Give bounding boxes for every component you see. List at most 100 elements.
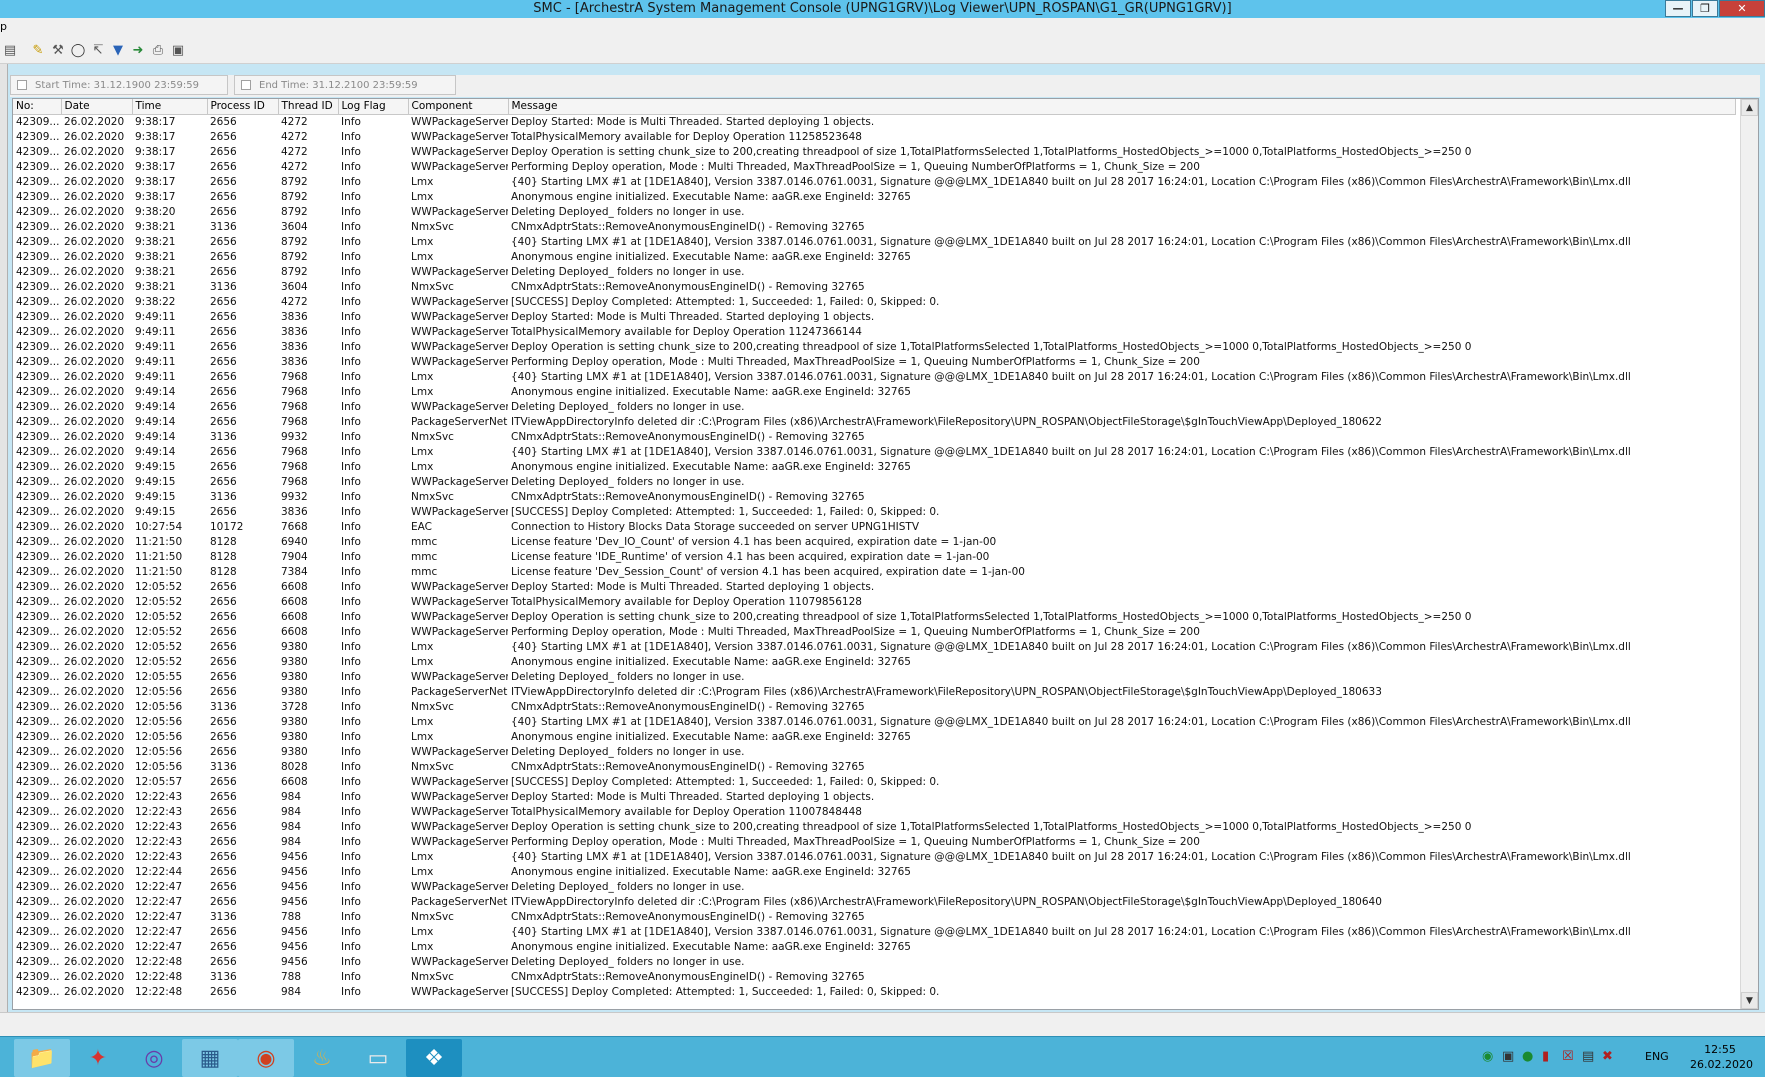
notepad-icon[interactable]: ▭ (350, 1039, 406, 1077)
column-header-time[interactable]: Time (132, 99, 208, 115)
table-row[interactable]: 42309... 26.02.2020 9:49:14 2656 7968 Info WWP… (13, 399, 1735, 414)
table-row[interactable]: 42309... 26.02.2020 12:22:47 2656 9456 Info Lm… (13, 939, 1735, 954)
start-time-field[interactable]: Start Time: 31.12.1900 23:59:59 (10, 75, 228, 95)
table-row[interactable]: 42309... 26.02.2020 12:22:47 2656 9456 Info Pa… (13, 894, 1735, 909)
network-icon[interactable]: ❖ (406, 1039, 462, 1077)
table-row[interactable]: 42309... 26.02.2020 12:05:52 2656 9380 Info Lm… (13, 639, 1735, 654)
table-row[interactable]: 42309... 26.02.2020 9:38:22 2656 4272 Info WWP… (13, 294, 1735, 309)
start-time-checkbox[interactable] (17, 80, 27, 90)
print-preview-icon[interactable]: ▣ (168, 41, 188, 61)
table-row[interactable]: 42309... 26.02.2020 12:05:56 2656 9380 Info Lm… (13, 714, 1735, 729)
table-row[interactable]: 42309... 26.02.2020 9:38:17 2656 4272 Info WWP… (13, 159, 1735, 174)
archestra-ide-icon[interactable]: ✦ (70, 1039, 126, 1077)
unmark-icon[interactable]: ⚒ (48, 41, 68, 61)
table-row[interactable]: 42309... 26.02.2020 9:49:11 2656 3836 Info WWP… (13, 324, 1735, 339)
tray-security-icon[interactable]: ● (1522, 1049, 1533, 1064)
end-time-checkbox[interactable] (241, 80, 251, 90)
table-row[interactable]: 42309... 26.02.2020 9:38:21 2656 8792 Info WWP… (13, 264, 1735, 279)
table-row[interactable]: 42309... 26.02.2020 9:38:21 2656 8792 Info Lmx… (13, 234, 1735, 249)
table-row[interactable]: 42309... 26.02.2020 11:21:50 8128 6940 Info mm… (13, 534, 1735, 549)
table-row[interactable]: 42309... 26.02.2020 12:05:57 2656 6608 Info WW… (13, 774, 1735, 789)
paint-icon[interactable]: ♨ (294, 1039, 350, 1077)
table-row[interactable]: 42309... 26.02.2020 12:05:56 3136 3728 Info Nm… (13, 699, 1735, 714)
table-row[interactable]: 42309... 26.02.2020 9:49:14 3136 9932 Info Nmx… (13, 429, 1735, 444)
table-row[interactable]: 42309... 26.02.2020 9:49:15 2656 7968 Info Lmx… (13, 459, 1735, 474)
column-header-component[interactable]: Component (408, 99, 509, 115)
scroll-up-icon[interactable]: ▲ (1741, 99, 1758, 116)
table-row[interactable]: 42309... 26.02.2020 9:49:11 2656 3836 Info WWP… (13, 339, 1735, 354)
scroll-down-icon[interactable]: ▼ (1741, 992, 1758, 1009)
table-row[interactable]: 42309... 26.02.2020 9:49:14 2656 7968 Info Lmx… (13, 444, 1735, 459)
table-row[interactable]: 42309... 26.02.2020 9:49:15 2656 3836 Info WWP… (13, 504, 1735, 519)
column-header-no[interactable]: No: (13, 99, 62, 115)
minimize-button[interactable]: — (1665, 0, 1691, 17)
table-row[interactable]: 42309... 26.02.2020 12:22:43 2656 984 Info WWP… (13, 819, 1735, 834)
table-row[interactable]: 42309... 26.02.2020 12:05:56 3136 8028 Info Nm… (13, 759, 1735, 774)
table-row[interactable]: 42309... 26.02.2020 9:38:21 2656 8792 Info Lmx… (13, 249, 1735, 264)
table-row[interactable]: 42309... 26.02.2020 12:05:52 2656 6608 Info WW… (13, 624, 1735, 639)
table-row[interactable]: 42309... 26.02.2020 10:27:54 10172 7668 Info E… (13, 519, 1735, 534)
table-row[interactable]: 42309... 26.02.2020 9:49:11 2656 3836 Info WWP… (13, 354, 1735, 369)
window-titlebar[interactable]: SMC - [ArchestrA System Management Conso… (0, 0, 1765, 18)
table-row[interactable]: 42309... 26.02.2020 11:21:50 8128 7904 Info mm… (13, 549, 1735, 564)
mark-icon[interactable]: ✎ (28, 41, 48, 61)
table-row[interactable]: 42309... 26.02.2020 12:05:56 2656 9380 Info Lm… (13, 729, 1735, 744)
tray-alert-icon[interactable]: ☒ (1562, 1049, 1574, 1064)
log-grid[interactable]: No: Date Time Process ID Thread ID Log F… (12, 98, 1759, 1010)
vertical-scrollbar[interactable]: ▲ ▼ (1740, 99, 1758, 1009)
table-row[interactable]: 42309... 26.02.2020 9:38:17 2656 4272 Info WWP… (13, 114, 1735, 129)
table-row[interactable]: 42309... 26.02.2020 12:22:48 2656 9456 Info WW… (13, 954, 1735, 969)
table-row[interactable]: 42309... 26.02.2020 9:49:11 2656 7968 Info Lmx… (13, 369, 1735, 384)
table-row[interactable]: 42309... 26.02.2020 12:22:47 2656 9456 Info WW… (13, 879, 1735, 894)
table-row[interactable]: 42309... 26.02.2020 12:22:47 3136 788 Info Nmx… (13, 909, 1735, 924)
table-row[interactable]: 42309... 26.02.2020 12:05:52 2656 9380 Info Lm… (13, 654, 1735, 669)
close-button[interactable]: ✕ (1719, 0, 1765, 17)
tray-network-icon[interactable]: ▤ (1582, 1049, 1594, 1064)
table-row[interactable]: 42309... 26.02.2020 9:49:15 3136 9932 Info Nmx… (13, 489, 1735, 504)
table-row[interactable]: 42309... 26.02.2020 12:22:43 2656 984 Info WWP… (13, 804, 1735, 819)
table-row[interactable]: 42309... 26.02.2020 9:49:15 2656 7968 Info WWP… (13, 474, 1735, 489)
find-icon[interactable]: ◯ (68, 41, 88, 61)
console-tree-toggle-icon[interactable]: ▤ (0, 41, 20, 61)
restore-button[interactable]: ❐ (1692, 0, 1718, 17)
table-row[interactable]: 42309... 26.02.2020 12:05:55 2656 9380 Info WW… (13, 669, 1735, 684)
table-row[interactable]: 42309... 26.02.2020 9:38:17 2656 4272 Info WWP… (13, 129, 1735, 144)
print-icon[interactable]: ⎙ (148, 41, 168, 61)
tray-shield-icon[interactable]: ◉ (1482, 1049, 1493, 1064)
clock[interactable]: 12:55 26.02.2020 (1690, 1042, 1753, 1072)
table-row[interactable]: 42309... 26.02.2020 9:49:11 2656 3836 Info WWP… (13, 309, 1735, 324)
table-row[interactable]: 42309... 26.02.2020 12:22:47 2656 9456 Info Lm… (13, 924, 1735, 939)
table-row[interactable]: 42309... 26.02.2020 12:05:52 2656 6608 Info WW… (13, 609, 1735, 624)
table-row[interactable]: 42309... 26.02.2020 12:05:52 2656 6608 Info WW… (13, 594, 1735, 609)
column-header-thread-id[interactable]: Thread ID (278, 99, 339, 115)
export-icon[interactable]: ➜ (128, 41, 148, 61)
intouch-icon[interactable]: ◉ (238, 1039, 294, 1077)
tray-vm-icon[interactable]: ▣ (1502, 1049, 1514, 1064)
table-row[interactable]: 42309... 26.02.2020 9:38:20 2656 8792 Info WWP… (13, 204, 1735, 219)
table-row[interactable]: 42309... 26.02.2020 12:05:56 2656 9380 Info Pa… (13, 684, 1735, 699)
tray-volume-icon[interactable]: ✖ (1602, 1049, 1613, 1064)
smc-icon[interactable]: ◎ (126, 1039, 182, 1077)
table-row[interactable]: 42309... 26.02.2020 9:38:21 3136 3604 Info Nmx… (13, 219, 1735, 234)
table-row[interactable]: 42309... 26.02.2020 9:38:21 3136 3604 Info Nmx… (13, 279, 1735, 294)
object-viewer-icon[interactable]: ▦ (182, 1039, 238, 1077)
table-row[interactable]: 42309... 26.02.2020 9:38:17 2656 8792 Info Lmx… (13, 189, 1735, 204)
table-row[interactable]: 42309... 26.02.2020 12:22:43 2656 9456 Info Lm… (13, 849, 1735, 864)
language-indicator[interactable]: ENG (1645, 1050, 1669, 1063)
find-next-icon[interactable]: ↸ (88, 41, 108, 61)
table-row[interactable]: 42309... 26.02.2020 12:22:43 2656 984 Info WWP… (13, 789, 1735, 804)
table-row[interactable]: 42309... 26.02.2020 9:49:14 2656 7968 Info Lmx… (13, 384, 1735, 399)
table-row[interactable]: 42309... 26.02.2020 12:22:48 3136 788 Info Nmx… (13, 969, 1735, 984)
table-row[interactable]: 42309... 26.02.2020 9:38:17 2656 8792 Info Lmx… (13, 174, 1735, 189)
table-row[interactable]: 42309... 26.02.2020 12:05:56 2656 9380 Info WW… (13, 744, 1735, 759)
menu-item-fragment[interactable]: p (0, 20, 7, 33)
column-header-message[interactable]: Message (508, 99, 1736, 115)
column-header-log-flag[interactable]: Log Flag (338, 99, 409, 115)
table-row[interactable]: 42309... 26.02.2020 9:38:17 2656 4272 Info WWP… (13, 144, 1735, 159)
table-row[interactable]: 42309... 26.02.2020 12:22:48 2656 984 Info WWP… (13, 984, 1735, 999)
table-row[interactable]: 42309... 26.02.2020 9:49:14 2656 7968 Info Pac… (13, 414, 1735, 429)
table-row[interactable]: 42309... 26.02.2020 12:22:44 2656 9456 Info Lm… (13, 864, 1735, 879)
table-row[interactable]: 42309... 26.02.2020 12:05:52 2656 6608 Info WW… (13, 579, 1735, 594)
table-row[interactable]: 42309... 26.02.2020 12:22:43 2656 984 Info WWP… (13, 834, 1735, 849)
filter-icon[interactable]: ▼ (108, 41, 128, 61)
